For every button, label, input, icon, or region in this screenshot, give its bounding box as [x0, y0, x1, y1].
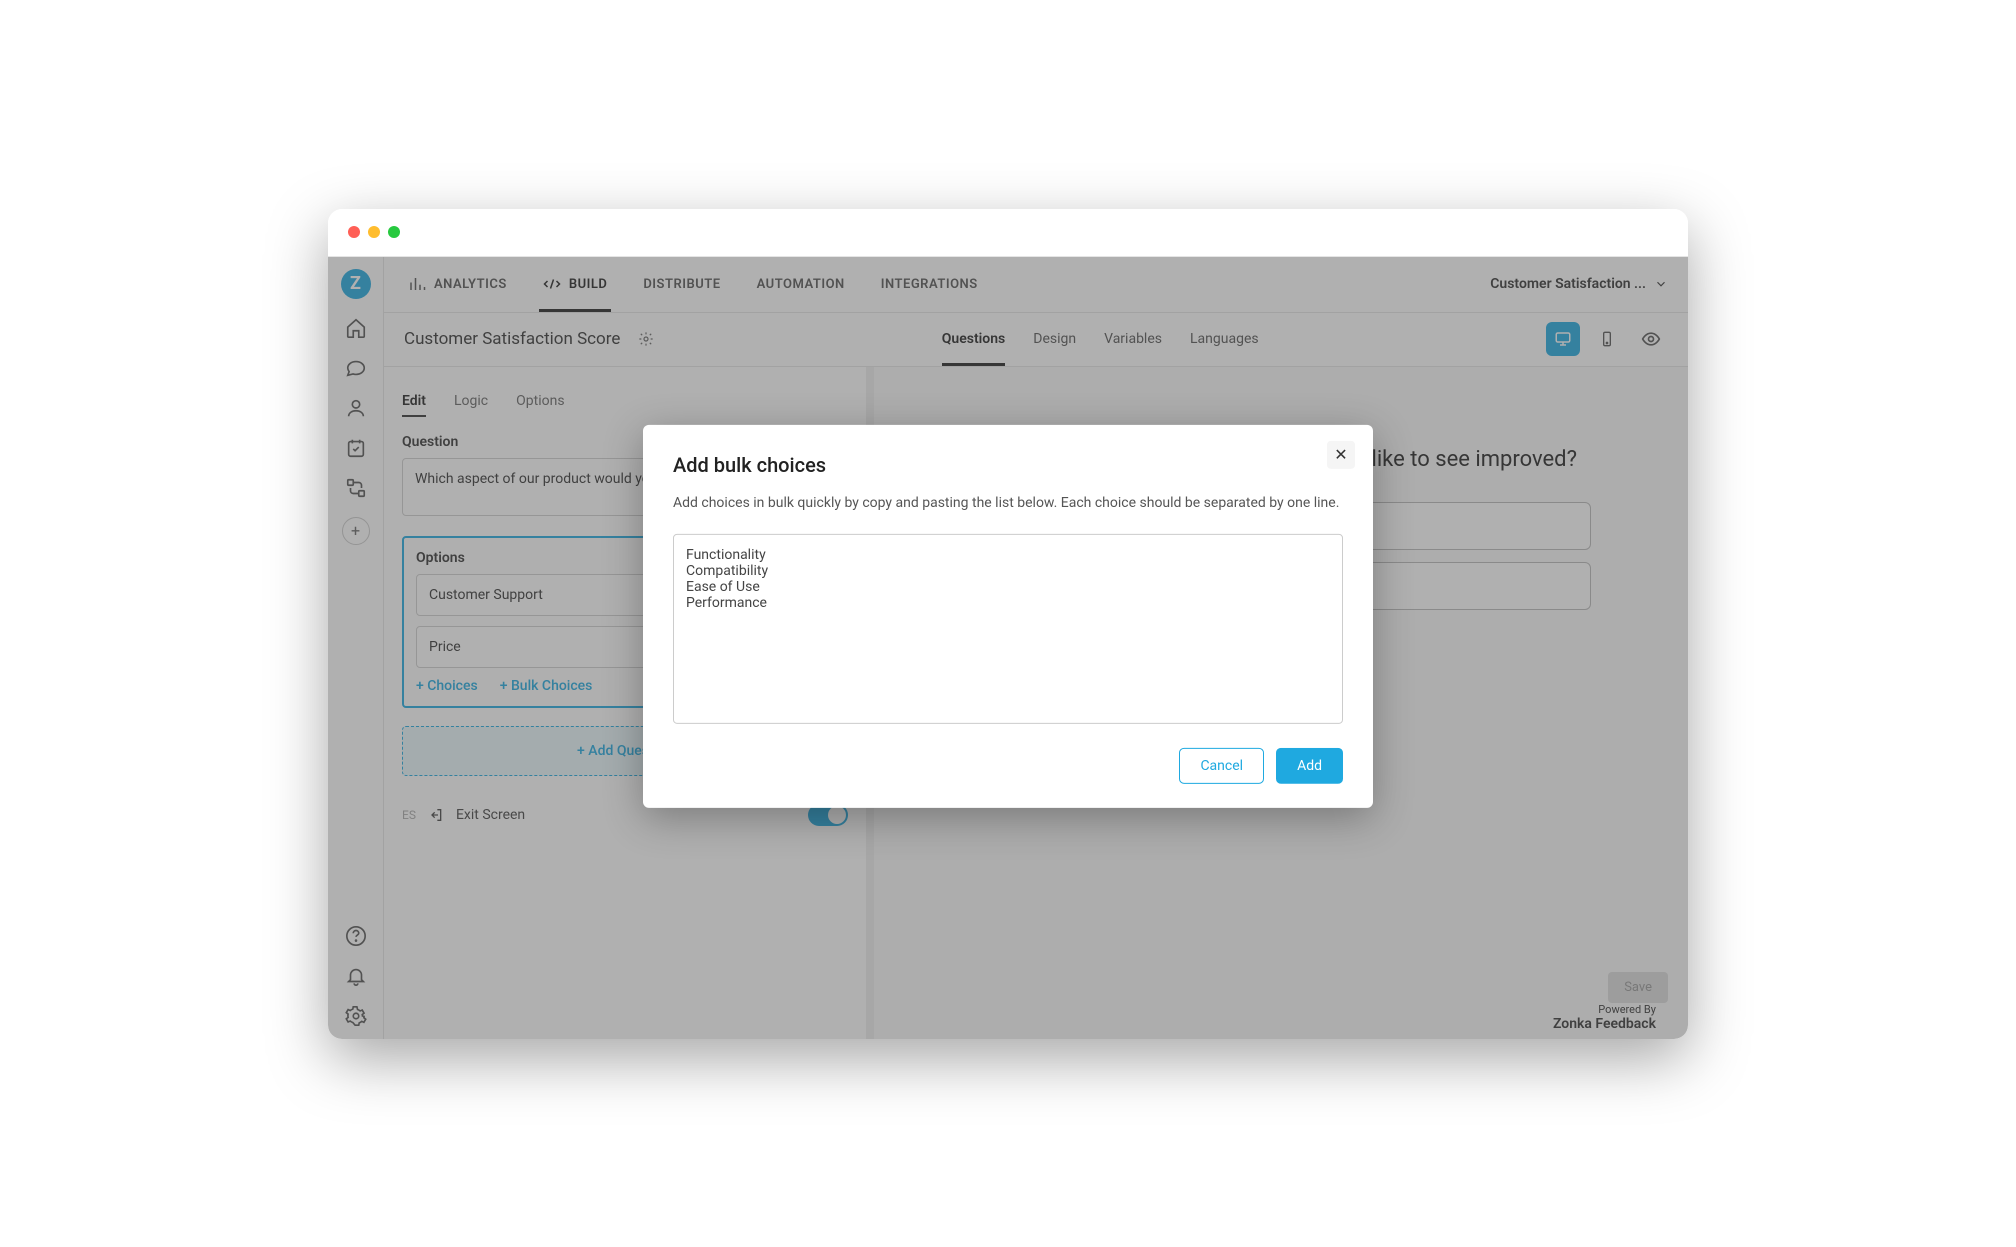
close-icon: ✕ — [1334, 445, 1347, 464]
app-window: Z + ANALYTICS BUILD DISTRIB — [328, 209, 1688, 1039]
modal-title: Add bulk choices — [673, 452, 1343, 476]
close-button[interactable]: ✕ — [1327, 440, 1355, 468]
bulk-choices-modal: ✕ Add bulk choices Add choices in bulk q… — [643, 424, 1373, 807]
window-maximize-button[interactable] — [388, 226, 400, 238]
modal-description: Add choices in bulk quickly by copy and … — [673, 492, 1343, 513]
cancel-button[interactable]: Cancel — [1179, 747, 1264, 783]
window-minimize-button[interactable] — [368, 226, 380, 238]
window-close-button[interactable] — [348, 226, 360, 238]
add-button[interactable]: Add — [1276, 747, 1343, 783]
titlebar — [328, 209, 1688, 257]
bulk-choices-textarea[interactable] — [673, 533, 1343, 723]
